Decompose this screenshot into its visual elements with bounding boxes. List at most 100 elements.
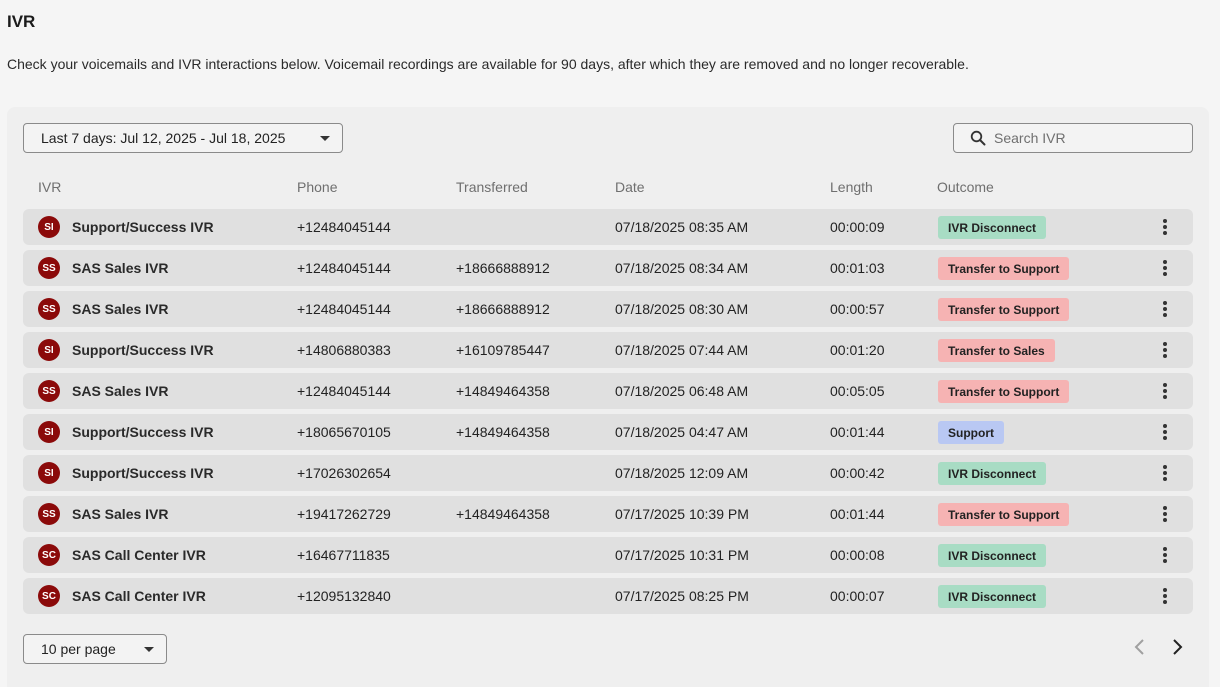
phone-cell: +19417262729 — [297, 506, 391, 522]
kebab-menu-icon[interactable] — [1156, 504, 1174, 524]
transferred-cell: +14849464358 — [456, 383, 550, 399]
kebab-menu-icon[interactable] — [1156, 463, 1174, 483]
ivr-name: Support/Success IVR — [72, 219, 214, 235]
kebab-menu-icon[interactable] — [1156, 545, 1174, 565]
outcome-badge: Transfer to Support — [938, 380, 1070, 403]
ivr-name: SAS Sales IVR — [72, 383, 169, 399]
table-row[interactable]: SI Support/Success IVR +14806880383 +161097… — [23, 332, 1193, 368]
ivr-name: SAS Sales IVR — [72, 260, 169, 276]
date-range-value: Last 7 days: Jul 12, 2025 - Jul 18, 2025 — [41, 130, 286, 146]
table-row[interactable]: SI Support/Success IVR +18065670105 +148494… — [23, 414, 1193, 450]
outcome-badge: IVR Disconnect — [938, 216, 1047, 239]
length-cell: 00:01:20 — [830, 342, 885, 358]
table-row[interactable]: SS SAS Sales IVR +19417262729 +14849464358 0… — [23, 496, 1193, 532]
transferred-cell: +18666888912 — [456, 301, 550, 317]
chevron-left-icon — [1134, 639, 1144, 655]
date-cell: 07/17/2025 08:25 PM — [615, 588, 749, 604]
ivr-avatar: SS — [38, 380, 60, 402]
ivr-name: SAS Sales IVR — [72, 301, 169, 317]
length-cell: 00:00:57 — [830, 301, 885, 317]
caret-down-icon — [320, 136, 330, 141]
date-cell: 07/17/2025 10:39 PM — [615, 506, 749, 522]
per-page-value: 10 per page — [41, 641, 116, 657]
column-header-phone[interactable]: Phone — [297, 179, 337, 195]
ivr-name: SAS Sales IVR — [72, 506, 169, 522]
column-header-length[interactable]: Length — [830, 179, 873, 195]
search-input[interactable] — [994, 130, 1174, 146]
table-row[interactable]: SC SAS Call Center IVR +16467711835 07/17/2… — [23, 537, 1193, 573]
outcome-badge: Transfer to Sales — [938, 339, 1055, 362]
length-cell: 00:01:44 — [830, 506, 885, 522]
ivr-name: Support/Success IVR — [72, 465, 214, 481]
phone-cell: +14806880383 — [297, 342, 391, 358]
ivr-avatar: SI — [38, 462, 60, 484]
length-cell: 00:00:42 — [830, 465, 885, 481]
search-icon — [970, 130, 986, 146]
chevron-right-icon — [1173, 639, 1183, 655]
column-header-outcome[interactable]: Outcome — [937, 179, 994, 195]
length-cell: 00:05:05 — [830, 383, 885, 399]
ivr-name: SAS Call Center IVR — [72, 547, 206, 563]
outcome-badge: IVR Disconnect — [938, 544, 1047, 567]
ivr-avatar: SC — [38, 544, 60, 566]
transferred-cell: +14849464358 — [456, 424, 550, 440]
table-row[interactable]: SI Support/Success IVR +17026302654 07/18/2… — [23, 455, 1193, 491]
date-cell: 07/18/2025 12:09 AM — [615, 465, 749, 481]
page-description: Check your voicemails and IVR interactio… — [7, 56, 969, 72]
phone-cell: +16467711835 — [297, 547, 390, 563]
phone-cell: +12095132840 — [297, 588, 391, 604]
outcome-badge: Transfer to Support — [938, 298, 1070, 321]
column-header-transferred[interactable]: Transferred — [456, 179, 528, 195]
column-header-date[interactable]: Date — [615, 179, 645, 195]
date-cell: 07/17/2025 10:31 PM — [615, 547, 749, 563]
ivr-name: Support/Success IVR — [72, 342, 214, 358]
table-row[interactable]: SS SAS Sales IVR +12484045144 +18666888912 0… — [23, 291, 1193, 327]
date-range-select[interactable]: Last 7 days: Jul 12, 2025 - Jul 18, 2025 — [23, 123, 343, 153]
length-cell: 00:01:03 — [830, 260, 885, 276]
date-cell: 07/18/2025 04:47 AM — [615, 424, 749, 440]
kebab-menu-icon[interactable] — [1156, 258, 1174, 278]
outcome-badge: Transfer to Support — [938, 503, 1070, 526]
length-cell: 00:01:44 — [830, 424, 885, 440]
length-cell: 00:00:07 — [830, 588, 885, 604]
kebab-menu-icon[interactable] — [1156, 422, 1174, 442]
page-title: IVR — [7, 12, 36, 31]
length-cell: 00:00:08 — [830, 547, 885, 563]
ivr-name: SAS Call Center IVR — [72, 588, 206, 604]
phone-cell: +12484045144 — [297, 383, 391, 399]
kebab-menu-icon[interactable] — [1156, 340, 1174, 360]
date-cell: 07/18/2025 08:35 AM — [615, 219, 749, 235]
table-row[interactable]: SI Support/Success IVR +12484045144 07/18/2… — [23, 209, 1193, 245]
outcome-badge: Support — [938, 421, 1004, 444]
date-cell: 07/18/2025 08:34 AM — [615, 260, 749, 276]
table-row[interactable]: SS SAS Sales IVR +12484045144 +14849464358 0… — [23, 373, 1193, 409]
table-row[interactable]: SC SAS Call Center IVR +12095132840 07/17/2… — [23, 578, 1193, 614]
phone-cell: +17026302654 — [297, 465, 391, 481]
kebab-menu-icon[interactable] — [1156, 586, 1174, 606]
ivr-avatar: SC — [38, 585, 60, 607]
next-page-button[interactable] — [1165, 635, 1189, 659]
phone-cell: +12484045144 — [297, 260, 391, 276]
ivr-name: Support/Success IVR — [72, 424, 214, 440]
date-cell: 07/18/2025 06:48 AM — [615, 383, 749, 399]
phone-cell: +12484045144 — [297, 219, 391, 235]
search-box[interactable] — [953, 123, 1193, 153]
column-header-ivr[interactable]: IVR — [38, 179, 61, 195]
transferred-cell: +14849464358 — [456, 506, 550, 522]
ivr-avatar: SI — [38, 421, 60, 443]
outcome-badge: Transfer to Support — [938, 257, 1070, 280]
kebab-menu-icon[interactable] — [1156, 217, 1174, 237]
ivr-panel: Last 7 days: Jul 12, 2025 - Jul 18, 2025… — [7, 107, 1209, 687]
table-body: SI Support/Success IVR +12484045144 07/18/2… — [23, 209, 1193, 619]
transferred-cell: +16109785447 — [456, 342, 550, 358]
previous-page-button[interactable] — [1128, 635, 1152, 659]
kebab-menu-icon[interactable] — [1156, 299, 1174, 319]
per-page-select[interactable]: 10 per page — [23, 634, 167, 664]
ivr-avatar: SS — [38, 257, 60, 279]
ivr-avatar: SI — [38, 216, 60, 238]
outcome-badge: IVR Disconnect — [938, 462, 1047, 485]
kebab-menu-icon[interactable] — [1156, 381, 1174, 401]
table-row[interactable]: SS SAS Sales IVR +12484045144 +18666888912 0… — [23, 250, 1193, 286]
date-cell: 07/18/2025 08:30 AM — [615, 301, 749, 317]
date-cell: 07/18/2025 07:44 AM — [615, 342, 749, 358]
